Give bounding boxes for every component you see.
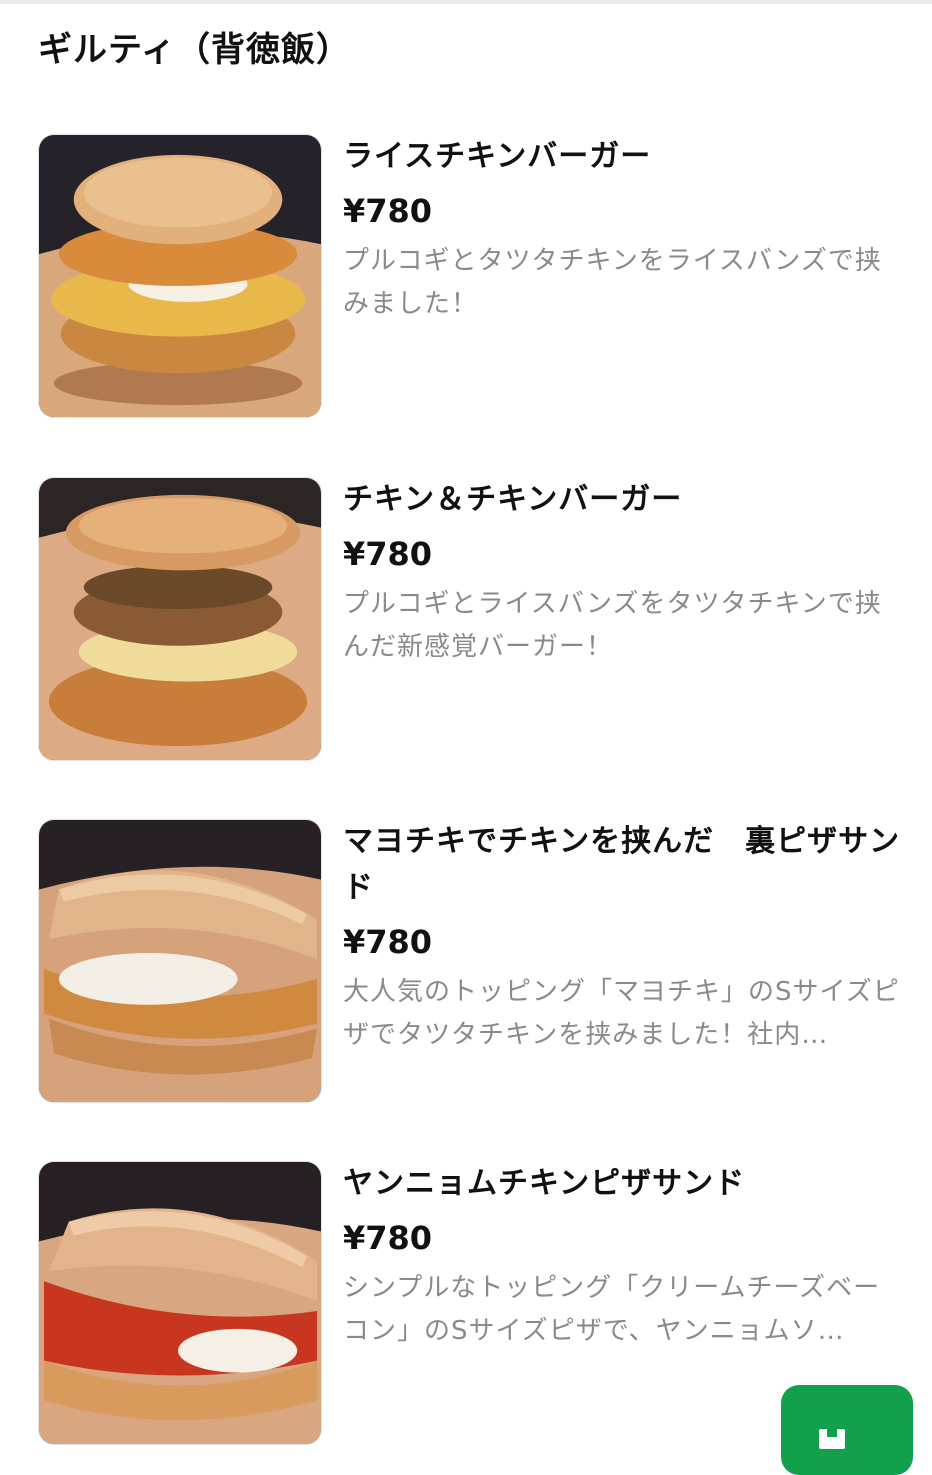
menu-item-description: 大人気のトッピング「マヨチキ」のSサイズピザでタツタチキンを挟みました！社内…: [343, 977, 900, 1050]
menu-item-name: ヤンニョムチキンピザサンド: [343, 1166, 746, 1201]
menu-item-image[interactable]: [38, 477, 322, 761]
chicken-chicken-burger-photo: [39, 478, 321, 760]
menu-item-name: チキン＆チキンバーガー: [343, 482, 683, 517]
menu-item-chicken-and-chicken-burger[interactable]: チキン＆チキンバーガー ¥780 プルコギとライスバンズをタツタチキンで挟んだ新…: [0, 477, 932, 767]
top-divider: [0, 0, 932, 4]
menu-item-name: マヨチキでチキンを挟んだ 裏ピザサンド: [343, 824, 901, 905]
menu-item-image[interactable]: [38, 819, 322, 1103]
menu-item-description: シンプルなトッピング「クリームチーズベーコン」のSサイズピザで、ヤンニョムソ…: [343, 1273, 881, 1346]
menu-item-price: ¥780: [343, 192, 433, 230]
yangnyeom-sandwich-photo: [39, 1162, 321, 1444]
menu-item-description: プルコギとライスバンズをタツタチキンで挟んだ新感覚バーガー！: [343, 589, 882, 662]
menu-item-image[interactable]: [38, 134, 322, 418]
menu-item-price: ¥780: [343, 535, 433, 573]
menu-item-image[interactable]: [38, 1161, 322, 1445]
menu-item-price: ¥780: [343, 923, 433, 961]
cart-button[interactable]: [781, 1385, 913, 1475]
pizza-sandwich-photo: [39, 820, 321, 1102]
section-title: ギルティ（背徳飯）: [38, 30, 351, 70]
menu-item-name: ライスチキンバーガー: [343, 139, 652, 174]
menu-item-rice-chicken-burger[interactable]: ライスチキンバーガー ¥780 プルコギとタツタチキンをライスバンズで挟みました…: [0, 134, 932, 424]
menu-item-price: ¥780: [343, 1219, 433, 1257]
menu-item-description: プルコギとタツタチキンをライスバンズで挟みました！: [343, 246, 882, 319]
menu-item-mayo-chicken-pizza-sandwich[interactable]: マヨチキでチキンを挟んだ 裏ピザサンド ¥780 大人気のトッピング「マヨチキ」…: [0, 819, 932, 1109]
rice-burger-photo: [39, 135, 321, 417]
cart-icon: [819, 1429, 845, 1449]
